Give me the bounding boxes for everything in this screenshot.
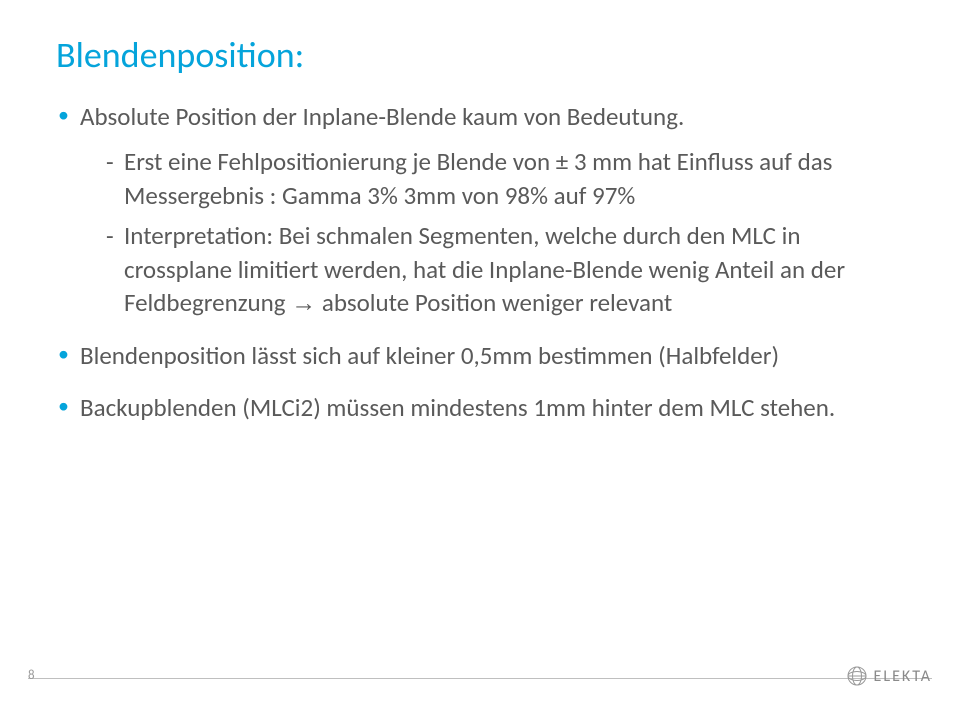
footer: 8 ELEKTA — [0, 678, 960, 689]
slide-content: Blendenposition: Absolute Position der I… — [0, 0, 960, 709]
bullet-text-1: Absolute Position der Inplane-Blende kau… — [80, 101, 684, 132]
bullet-item-2: Blendenposition lässt sich auf kleiner 0… — [56, 339, 904, 373]
bullet-list: Absolute Position der Inplane-Blende kau… — [56, 100, 904, 425]
sub-bullet-list: Erst eine Fehlpositionierung je Blende v… — [106, 145, 904, 321]
slide-title: Blendenposition: — [56, 36, 904, 76]
sub-bullet-2: Interpretation: Bei schmalen Segmenten, … — [106, 219, 904, 321]
page-number: 8 — [28, 668, 35, 683]
logo: ELEKTA — [846, 665, 932, 687]
logo-text: ELEKTA — [874, 667, 932, 686]
arrow-icon: → — [291, 289, 316, 317]
sub-bullet-2b: absolute Position weniger relevant — [316, 287, 672, 318]
bullet-item-3: Backupblenden (MLCi2) müssen mindestens … — [56, 391, 904, 425]
bullet-item-1: Absolute Position der Inplane-Blende kau… — [56, 100, 904, 322]
footer-divider — [28, 678, 932, 679]
sub-bullet-1: Erst eine Fehlpositionierung je Blende v… — [106, 145, 904, 213]
globe-icon — [846, 665, 868, 687]
